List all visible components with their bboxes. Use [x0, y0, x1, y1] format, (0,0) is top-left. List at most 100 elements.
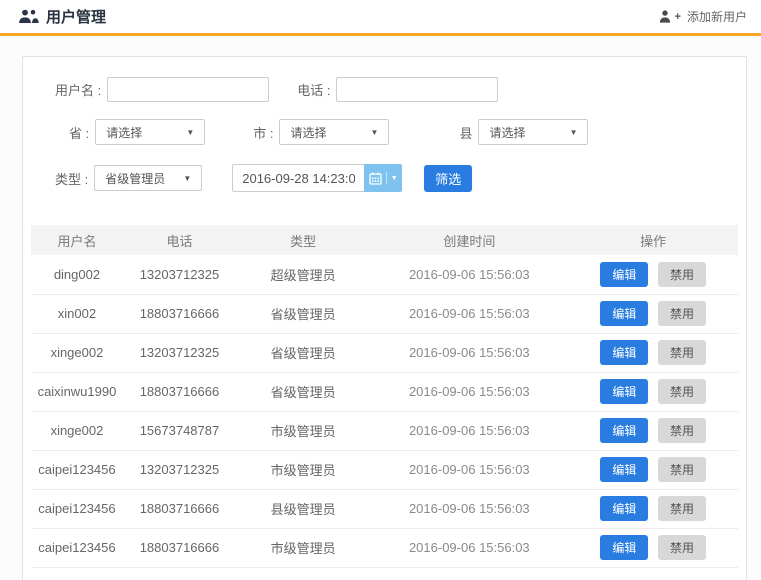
cell-actions: 编辑 禁用 [568, 411, 738, 450]
city-select-value: 请选择 [290, 124, 326, 141]
cell-phone: 13203712325 [123, 333, 236, 372]
col-phone: 电话 [123, 225, 236, 255]
disable-button[interactable]: 禁用 [658, 496, 706, 521]
cell-type: 市级管理员 [236, 450, 370, 489]
col-actions: 操作 [568, 225, 738, 255]
add-user-label: 添加新用户 [687, 8, 747, 25]
cell-actions: 编辑 禁用 [568, 450, 738, 489]
province-label: 省 : [69, 123, 89, 142]
cell-created: 2016-09-06 15:56:03 [370, 489, 568, 528]
username-input[interactable] [107, 77, 269, 102]
cell-created: 2016-09-06 15:56:03 [370, 294, 568, 333]
chevron-down-icon: ▼ [570, 128, 578, 137]
cell-actions: 编辑 禁用 [568, 294, 738, 333]
cell-created: 2016-09-06 15:56:03 [370, 255, 568, 294]
province-select[interactable]: 请选择 ▼ [95, 119, 205, 145]
calendar-button[interactable]: ▼ [364, 164, 402, 192]
edit-button[interactable]: 编辑 [600, 301, 648, 326]
cell-actions: 编辑 禁用 [568, 372, 738, 411]
user-table: 用户名 电话 类型 创建时间 操作 ding002 13203712325 超级… [31, 225, 738, 568]
user-table-wrap: 用户名 电话 类型 创建时间 操作 ding002 13203712325 超级… [31, 225, 738, 568]
edit-button[interactable]: 编辑 [600, 379, 648, 404]
cell-username: caipei123456 [31, 450, 123, 489]
disable-button[interactable]: 禁用 [658, 379, 706, 404]
date-picker-group: ▼ [232, 164, 402, 192]
cell-type: 省级管理员 [236, 372, 370, 411]
date-input[interactable] [232, 164, 364, 192]
disable-button[interactable]: 禁用 [658, 418, 706, 443]
county-label: 县 [459, 123, 472, 142]
county-select[interactable]: 请选择 ▼ [478, 119, 588, 145]
username-label: 用户名 : [55, 80, 101, 99]
cell-actions: 编辑 禁用 [568, 255, 738, 294]
disable-button[interactable]: 禁用 [658, 262, 706, 287]
cell-type: 省级管理员 [236, 294, 370, 333]
cell-type: 省级管理员 [236, 333, 370, 372]
filter-row-3: 类型 : 省级管理员 ▼ [23, 164, 746, 192]
table-row: xin002 18803716666 省级管理员 2016-09-06 15:5… [31, 294, 738, 333]
cell-actions: 编辑 禁用 [568, 528, 738, 567]
col-type: 类型 [236, 225, 370, 255]
cell-username: xinge002 [31, 333, 123, 372]
edit-button[interactable]: 编辑 [600, 340, 648, 365]
disable-button[interactable]: 禁用 [658, 340, 706, 365]
cell-username: xinge002 [31, 411, 123, 450]
users-icon [18, 9, 39, 24]
cell-created: 2016-09-06 15:56:03 [370, 450, 568, 489]
disable-button[interactable]: 禁用 [658, 535, 706, 560]
type-select[interactable]: 省级管理员 ▼ [94, 165, 202, 191]
edit-button[interactable]: 编辑 [600, 535, 648, 560]
disable-button[interactable]: 禁用 [658, 301, 706, 326]
city-select[interactable]: 请选择 ▼ [279, 119, 389, 145]
cell-username: caipei123456 [31, 489, 123, 528]
table-row: xinge002 15673748787 市级管理员 2016-09-06 15… [31, 411, 738, 450]
chevron-down-icon: ▼ [186, 128, 194, 137]
cell-type: 市级管理员 [236, 528, 370, 567]
filter-button[interactable]: 筛选 [424, 165, 472, 192]
cell-type: 市级管理员 [236, 411, 370, 450]
cell-username: caipei123456 [31, 528, 123, 567]
type-label: 类型 : [55, 169, 88, 188]
cell-phone: 18803716666 [123, 528, 236, 567]
page-title-text: 用户管理 [46, 6, 106, 27]
col-username: 用户名 [31, 225, 123, 255]
table-row: caipei123456 18803716666 市级管理员 2016-09-0… [31, 528, 738, 567]
edit-button[interactable]: 编辑 [600, 457, 648, 482]
cell-created: 2016-09-06 15:56:03 [370, 411, 568, 450]
cell-username: ding002 [31, 255, 123, 294]
user-table-body: ding002 13203712325 超级管理员 2016-09-06 15:… [31, 255, 738, 567]
table-header: 用户名 电话 类型 创建时间 操作 [31, 225, 738, 255]
cell-phone: 13203712325 [123, 255, 236, 294]
table-row: caipei123456 18803716666 县级管理员 2016-09-0… [31, 489, 738, 528]
cell-phone: 18803716666 [123, 372, 236, 411]
plus-icon: + [675, 11, 681, 23]
filter-form: 用户名 : 电话 : 省 : 请选择 ▼ 市 : 请选择 ▼ 县 请选择 [23, 57, 746, 192]
calendar-caret-icon: ▼ [386, 172, 398, 184]
cell-username: caixinwu1990 [31, 372, 123, 411]
content-panel: 用户名 : 电话 : 省 : 请选择 ▼ 市 : 请选择 ▼ 县 请选择 [22, 56, 747, 580]
cell-username: xin002 [31, 294, 123, 333]
page-title: 用户管理 [18, 6, 106, 27]
page: 用户管理 + 添加新用户 用户名 : 电话 : 省 : [0, 0, 761, 580]
table-row: xinge002 13203712325 省级管理员 2016-09-06 15… [31, 333, 738, 372]
edit-button[interactable]: 编辑 [600, 418, 648, 443]
cell-created: 2016-09-06 15:56:03 [370, 333, 568, 372]
cell-created: 2016-09-06 15:56:03 [370, 528, 568, 567]
city-label: 市 : [253, 123, 273, 142]
edit-button[interactable]: 编辑 [600, 496, 648, 521]
phone-label: 电话 : [297, 80, 330, 99]
cell-type: 超级管理员 [236, 255, 370, 294]
edit-button[interactable]: 编辑 [600, 262, 648, 287]
filter-row-1: 用户名 : 电话 : [23, 57, 746, 102]
calendar-icon [369, 172, 382, 185]
add-user-button[interactable]: + 添加新用户 [659, 8, 747, 25]
page-header: 用户管理 + 添加新用户 [0, 0, 761, 36]
table-row: caipei123456 13203712325 市级管理员 2016-09-0… [31, 450, 738, 489]
cell-created: 2016-09-06 15:56:03 [370, 372, 568, 411]
disable-button[interactable]: 禁用 [658, 457, 706, 482]
cell-actions: 编辑 禁用 [568, 333, 738, 372]
table-row: ding002 13203712325 超级管理员 2016-09-06 15:… [31, 255, 738, 294]
table-row: caixinwu1990 18803716666 省级管理员 2016-09-0… [31, 372, 738, 411]
add-user-icon [659, 10, 672, 23]
phone-input[interactable] [336, 77, 498, 102]
